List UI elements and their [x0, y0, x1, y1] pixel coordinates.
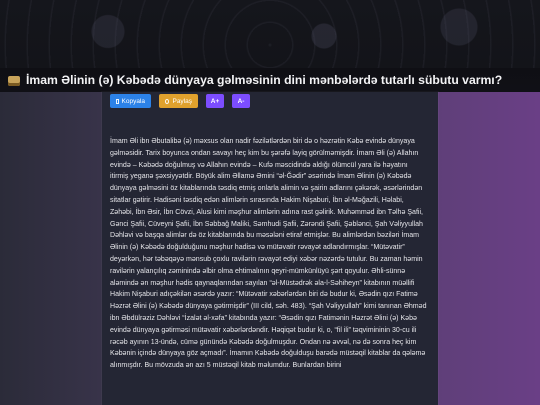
- copy-button-label: Kopyala: [121, 97, 146, 105]
- share-button-label: Paylaş: [172, 97, 192, 105]
- page-title: İmam Əlinin (ə) Kəbədə dünyaya gəlməsini…: [26, 73, 503, 87]
- mosque-icon: [8, 76, 20, 86]
- font-decrease-label: A-: [237, 97, 245, 105]
- font-increase-button[interactable]: A+: [206, 94, 224, 108]
- article-text: İmam Əli ibn Əbutalibə (ə) məxsus olan n…: [110, 138, 427, 370]
- article-content: İmam Əli ibn Əbutalibə (ə) məxsus olan n…: [110, 136, 428, 405]
- copy-icon: [116, 98, 119, 104]
- title-bar: İmam Əlinin (ə) Kəbədə dünyaya gəlməsini…: [0, 68, 540, 92]
- copy-button[interactable]: Kopyala: [110, 94, 151, 108]
- article-toolbar: Kopyala Paylaş A+ A-: [110, 94, 250, 108]
- share-icon: [165, 98, 170, 104]
- share-button[interactable]: Paylaş: [159, 94, 198, 108]
- font-increase-label: A+: [210, 97, 220, 105]
- font-decrease-button[interactable]: A-: [232, 94, 250, 108]
